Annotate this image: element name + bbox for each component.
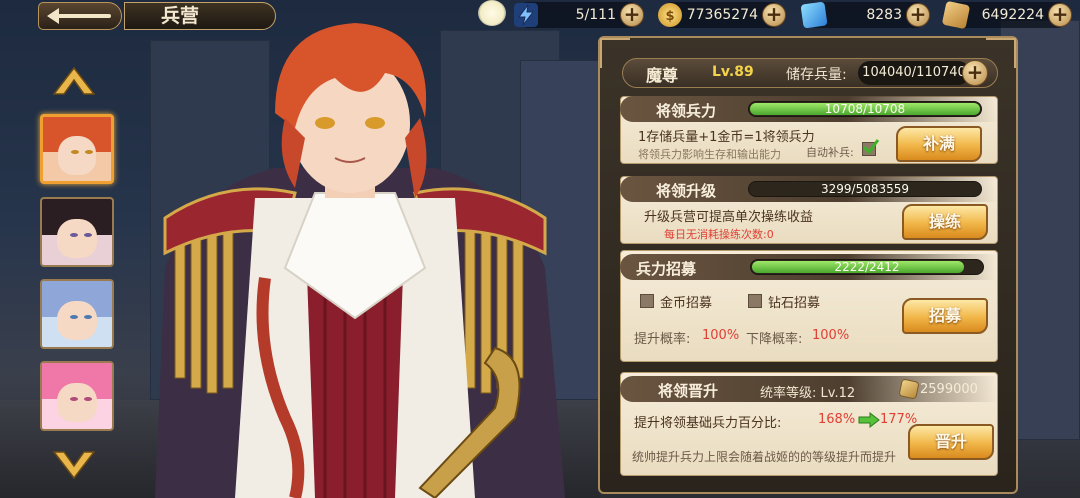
promote-cost: 2599000 — [920, 382, 978, 397]
token-value: 6492224 — [981, 7, 1044, 23]
chevron-up-icon — [52, 66, 96, 95]
lower-rate-value: 100% — [812, 328, 850, 343]
upgrade-desc-text: 升级兵营可提高单次操练收益 — [644, 210, 814, 225]
general-level: Lv.89 — [712, 64, 754, 80]
scroll-down-button[interactable] — [50, 448, 98, 482]
add-diamond-button[interactable]: + — [906, 3, 930, 27]
hero-portrait-2[interactable] — [40, 197, 114, 267]
recruit-button[interactable]: 招募 — [902, 298, 988, 334]
checkmark-icon — [862, 139, 880, 154]
storage-label: 储存兵量: — [786, 67, 847, 83]
hero-face — [57, 300, 97, 341]
back-arrow-icon — [47, 8, 111, 24]
upgrade-title: 将领升级 — [656, 182, 717, 200]
troops-title: 将领兵力 — [656, 102, 717, 120]
bronze-token-icon — [941, 0, 971, 30]
lower-rate-label: 下降概率: — [746, 332, 803, 347]
hero-portrait-3[interactable] — [40, 279, 114, 349]
troops-desc-text: 将领兵力影响生存和输出能力 — [638, 148, 781, 161]
hero-face — [57, 218, 97, 259]
bronze-token-icon — [898, 378, 920, 400]
arrow-right-icon — [858, 412, 880, 428]
general-name: 魔尊 — [646, 66, 679, 85]
scroll-up-button[interactable] — [50, 64, 98, 98]
raise-rate-label: 提升概率: — [634, 332, 691, 347]
recruit-progress-text: 2222/2412 — [834, 260, 900, 274]
back-button[interactable] — [38, 2, 122, 30]
promote-effect-label: 提升将领基础兵力百分比: — [634, 416, 782, 431]
hero-character-art — [135, 18, 575, 498]
resource-gold: $ 77365274 + — [658, 2, 786, 28]
auto-refill-label: 自动补兵: — [806, 146, 854, 159]
add-storage-button[interactable]: + — [962, 60, 988, 86]
upgrade-progress-bar: 3299/5083559 — [748, 181, 982, 197]
hero-face — [57, 136, 97, 175]
resource-diamond: 8283 + — [800, 1, 930, 29]
hero-portrait-1[interactable] — [40, 114, 114, 184]
diamond-value: 8283 — [866, 7, 902, 23]
diamond-recruit-label: 钻石招募 — [768, 296, 821, 311]
diamond-recruit-checkbox[interactable] — [748, 294, 762, 308]
blue-gem-card-icon — [800, 1, 828, 29]
free-drills-text: 每日无消耗操练次数:0 — [664, 228, 774, 241]
refill-button[interactable]: 补满 — [896, 126, 982, 162]
drill-button[interactable]: 操练 — [902, 204, 988, 240]
gold-value: 77365274 — [686, 7, 758, 23]
gold-coin-icon: $ — [658, 3, 682, 27]
resource-token: 6492224 + — [941, 0, 1072, 30]
raise-rate-value: 100% — [702, 328, 740, 343]
svg-text:$: $ — [665, 9, 674, 24]
gold-recruit-checkbox[interactable] — [640, 294, 654, 308]
promote-button[interactable]: 晋升 — [908, 424, 994, 460]
hero-face — [57, 382, 97, 423]
storage-value: 104040/110740 — [858, 61, 970, 85]
command-level-text: 统率等级: Lv.12 — [760, 386, 856, 401]
promote-from-value: 168% — [818, 412, 856, 427]
upgrade-progress-text: 3299/5083559 — [820, 182, 910, 196]
add-token-button[interactable]: + — [1048, 3, 1072, 27]
promote-note: 统帅提升兵力上限会随着战姬的的等级提升而提升 — [632, 450, 897, 464]
troops-progress-bar: 10708/10708 — [748, 101, 982, 117]
recruit-progress-bar: 2222/2412 — [750, 259, 984, 275]
energy-value: 5/111 — [575, 7, 616, 23]
add-energy-button[interactable]: + — [620, 3, 644, 27]
recruit-title: 兵力招募 — [636, 260, 697, 278]
gold-recruit-label: 金币招募 — [660, 296, 713, 311]
troops-rule-text: 1存储兵量+1金币=1将领兵力 — [638, 130, 815, 145]
add-gold-button[interactable]: + — [762, 3, 786, 27]
chevron-down-icon — [52, 451, 96, 480]
promote-title: 将领晋升 — [658, 382, 719, 400]
hero-portrait-4[interactable] — [40, 361, 114, 431]
troops-progress-text: 10708/10708 — [824, 102, 906, 116]
